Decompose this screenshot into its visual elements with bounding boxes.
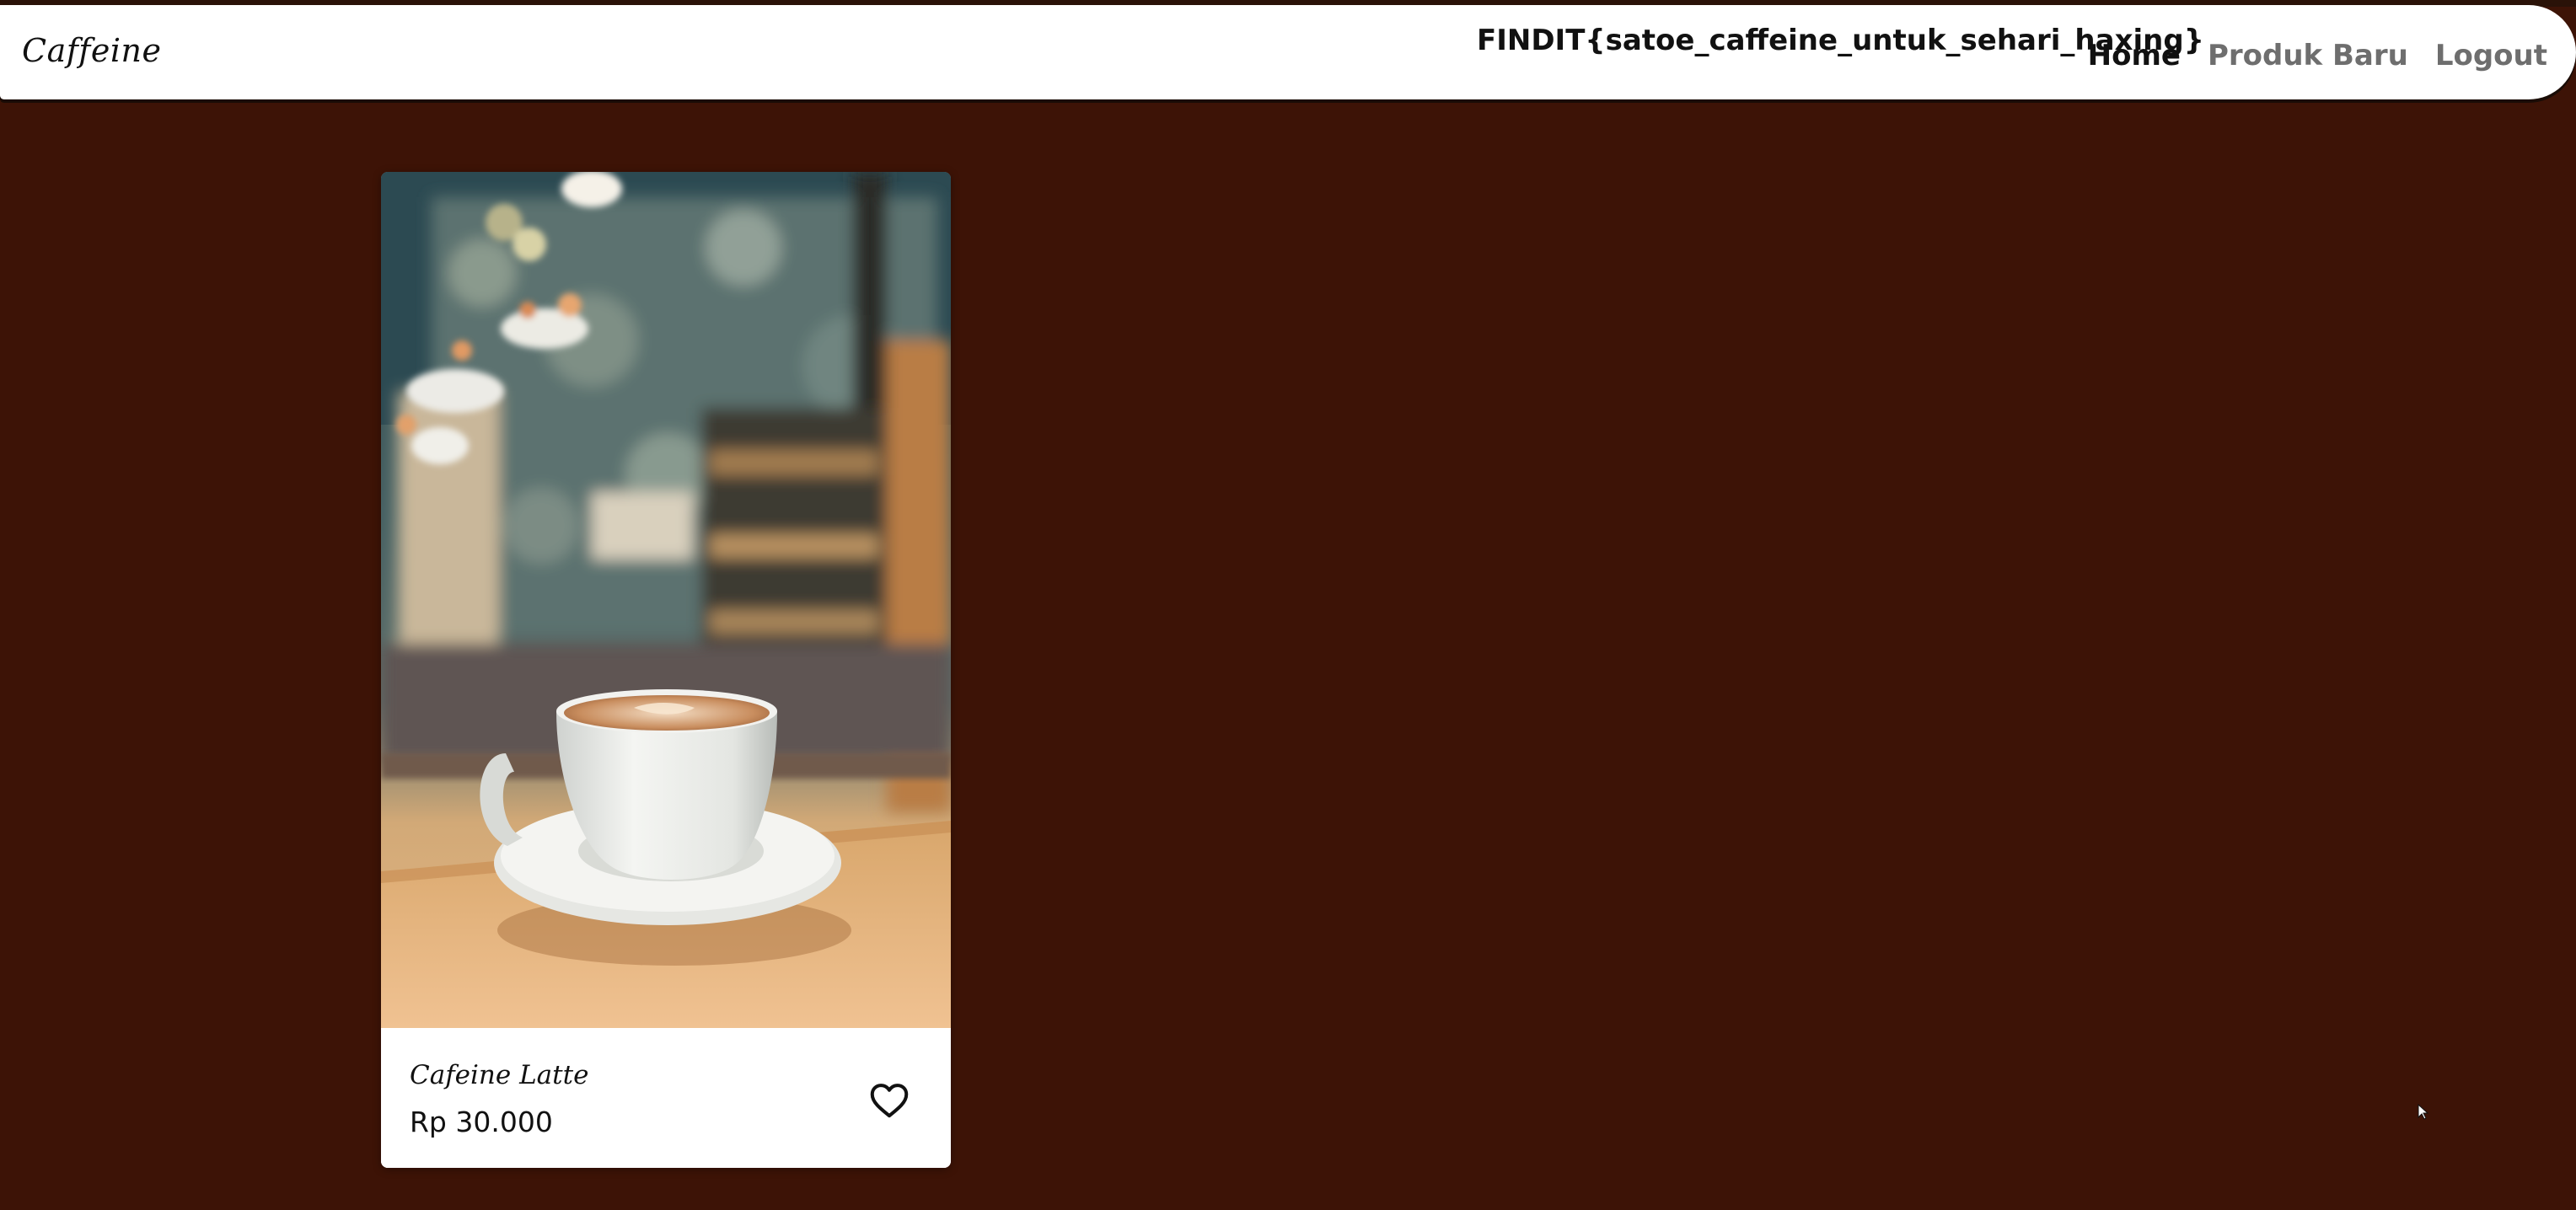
nav-links: Home Produk Baru Logout	[2088, 39, 2547, 72]
cafe-latte-photo	[381, 172, 951, 1028]
product-card[interactable]: Cafeine Latte Rp 30.000	[381, 172, 951, 1168]
product-name: Cafeine Latte	[410, 1060, 589, 1090]
product-price: Rp 30.000	[410, 1106, 553, 1138]
mouse-cursor-icon	[2418, 1104, 2429, 1120]
brand-logo[interactable]: Caffeine	[22, 32, 161, 69]
product-card-body: Cafeine Latte Rp 30.000	[381, 1028, 951, 1168]
product-image	[381, 172, 951, 1028]
page: Caffeine FINDIT{satoe_caffeine_untuk_seh…	[0, 0, 2576, 1210]
nav-produk-baru-link[interactable]: Produk Baru	[2208, 39, 2408, 72]
nav-home-link[interactable]: Home	[2088, 39, 2181, 72]
navbar: Caffeine FINDIT{satoe_caffeine_untuk_seh…	[0, 5, 2576, 99]
favorite-button[interactable]	[867, 1077, 912, 1122]
nav-logout-link[interactable]: Logout	[2435, 39, 2547, 72]
heart-icon	[870, 1084, 909, 1118]
